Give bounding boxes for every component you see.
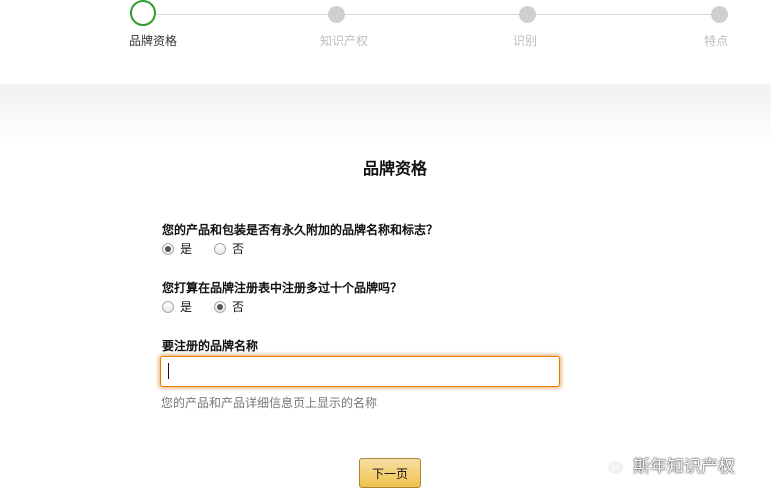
- next-page-button[interactable]: 下一页: [359, 458, 421, 488]
- step-indicator-features: [711, 6, 728, 23]
- radio-button-no[interactable]: [214, 242, 227, 255]
- brand-name-input[interactable]: [160, 356, 560, 387]
- radio-group-more-than-ten-brands: 是 否: [162, 298, 266, 315]
- step-indicator-identification: [519, 6, 536, 23]
- step-indicator-brand-eligibility: [130, 0, 156, 26]
- watermark-text: 斯年知识产权: [633, 457, 735, 477]
- radio-option-no[interactable]: 否: [214, 298, 244, 315]
- radio-label-yes: 是: [180, 300, 193, 314]
- brand-name-label: 要注册的品牌名称: [162, 339, 259, 353]
- step-label-intellectual-property: 知识产权: [320, 34, 369, 48]
- step-label-features: 特点: [704, 34, 729, 48]
- stepper-track-line: [143, 14, 719, 15]
- form-title: 品牌资格: [362, 159, 427, 178]
- radio-label-no: 否: [232, 300, 245, 314]
- header-shadow-band: [0, 84, 771, 144]
- question-permanent-brand-mark: 您的产品和包装是否有永久附加的品牌名称和标志？: [162, 223, 439, 237]
- watermark: 斯年知识产权: [596, 452, 735, 477]
- wechat-icon: [596, 453, 625, 475]
- radio-group-permanent-brand-mark: 是 否: [162, 240, 266, 257]
- radio-option-yes[interactable]: 是: [162, 240, 192, 257]
- radio-option-no[interactable]: 否: [214, 240, 244, 257]
- step-label-identification: 识别: [513, 34, 538, 48]
- radio-label-yes: 是: [180, 242, 193, 256]
- radio-button-no[interactable]: [214, 300, 227, 313]
- question-more-than-ten-brands: 您打算在品牌注册表中注册多过十个品牌吗？: [162, 281, 403, 295]
- text-cursor: [168, 363, 169, 379]
- progress-stepper: 品牌资格 知识产权 识别 特点: [0, 0, 771, 84]
- radio-button-yes[interactable]: [162, 242, 174, 255]
- step-label-brand-eligibility: 品牌资格: [129, 34, 178, 48]
- radio-option-yes[interactable]: 是: [162, 298, 192, 315]
- radio-button-yes[interactable]: [162, 300, 174, 313]
- brand-name-hint: 您的产品和产品详细信息页上显示的名称: [161, 396, 378, 410]
- radio-label-no: 否: [232, 242, 245, 256]
- step-indicator-intellectual-property: [328, 6, 345, 23]
